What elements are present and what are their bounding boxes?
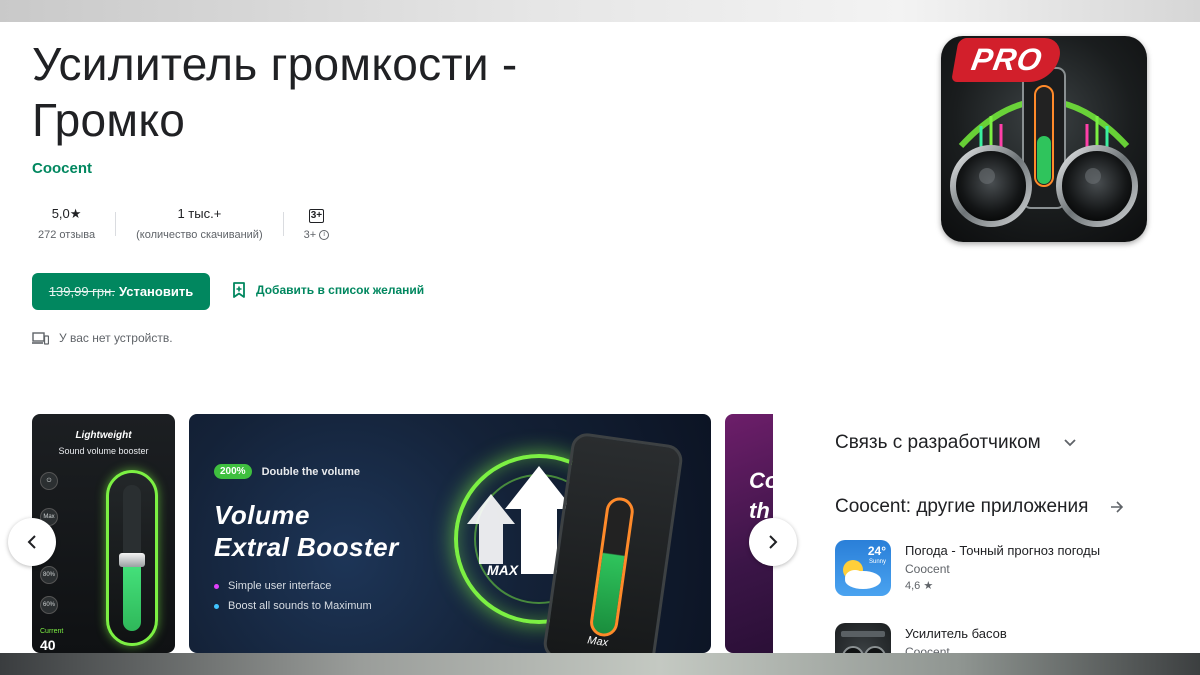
- arrow-right-icon: [1111, 501, 1124, 513]
- volume-slider-knob: [119, 553, 145, 567]
- related-app-name: Погода - Точный прогноз погоды: [905, 543, 1101, 558]
- other-apps-title: Coocent: другие приложения: [835, 496, 1089, 517]
- browser-bottom-strip: [0, 653, 1200, 675]
- install-button[interactable]: 139,99 грн. Установить: [32, 273, 210, 310]
- bullet-dot-icon: [214, 583, 219, 589]
- bullet-text: Simple user interface: [228, 580, 332, 592]
- badge-text: Double the volume: [261, 465, 360, 478]
- shot3-line1: Co: [749, 468, 773, 493]
- reviews-count: 272 отзыва: [38, 229, 96, 241]
- stat-divider: [115, 212, 117, 236]
- old-price: 139,99 грн.: [48, 284, 115, 299]
- app-title: Усилитель громкости - Громко: [32, 36, 732, 148]
- phone-volume-bar: [588, 495, 636, 639]
- double-volume-badge: 200% Double the volume: [214, 464, 360, 479]
- age-rating-label: 3+: [303, 229, 317, 241]
- related-app-name: Усилитель басов: [905, 626, 1007, 641]
- preset-80: 80%: [40, 566, 58, 584]
- preset-60: 60%: [40, 596, 58, 614]
- related-app-developer: Coocent: [905, 562, 950, 576]
- shot3-text: Co th: [749, 466, 773, 526]
- app-stats: 5,0★ 272 отзыва 1 тыс.+ (количество скач…: [32, 206, 335, 242]
- shot1-title: Lightweight: [75, 430, 132, 441]
- developer-contact-toggle[interactable]: Связь с разработчиком: [835, 432, 1077, 454]
- age-rating-label-row: 3+ i: [304, 228, 330, 242]
- shot2-heading-2: Extral Booster: [214, 532, 399, 562]
- current-value: 40: [40, 637, 56, 653]
- phone-max-label: Max: [586, 634, 609, 650]
- app-title-line1: Усилитель громкости -: [32, 38, 518, 90]
- app-title-line2: Громко: [32, 94, 186, 146]
- chevron-left-icon: [27, 535, 36, 549]
- shot1-subtitle: Sound volume booster: [58, 446, 149, 456]
- browser-top-strip: [0, 0, 1200, 22]
- rating-stat[interactable]: 5,0★ 272 отзыва: [32, 206, 101, 242]
- max-label: MAX: [487, 562, 519, 578]
- downloads-stat: 1 тыс.+ (количество скачиваний): [130, 206, 269, 242]
- developer-link[interactable]: Coocent: [32, 160, 92, 177]
- badge-pill: 200%: [214, 464, 252, 479]
- carousel-prev-button[interactable]: [8, 518, 56, 566]
- device-availability: У вас нет устройств.: [32, 331, 173, 345]
- pro-badge: PRO: [951, 38, 1063, 82]
- wishlist-label: Добавить в список желаний: [256, 283, 425, 297]
- rating-value: 5,0: [51, 206, 70, 221]
- add-to-wishlist-button[interactable]: Добавить в список желаний: [232, 282, 424, 298]
- volume-slider-track: [106, 470, 158, 646]
- power-icon: ⏻: [40, 472, 58, 490]
- developer-contact-title: Связь с разработчиком: [835, 432, 1041, 453]
- related-app-item[interactable]: 24° Sunny Погода - Точный прогноз погоды…: [835, 540, 1100, 596]
- bullet-text: Boost all sounds to Maximum: [228, 600, 372, 612]
- age-rating-stat[interactable]: 3+ 3+ i: [298, 206, 336, 242]
- info-icon: i: [319, 230, 330, 241]
- app-icon: PRO: [941, 36, 1147, 242]
- screenshot-2[interactable]: 200% Double the volume Volume Extral Boo…: [189, 414, 711, 653]
- bullet-dot-icon: [214, 603, 219, 609]
- downloads-value: 1 тыс.+: [177, 206, 222, 221]
- bookmark-add-icon: [233, 282, 245, 298]
- age-rating-badge-icon: 3+: [308, 209, 325, 223]
- downloads-label: (количество скачиваний): [136, 229, 263, 241]
- other-apps-header[interactable]: Coocent: другие приложения: [835, 496, 1124, 518]
- devices-icon: [32, 331, 49, 345]
- carousel-next-button[interactable]: [749, 518, 797, 566]
- device-note-text: У вас нет устройств.: [59, 331, 173, 345]
- shot2-heading-1: Volume: [214, 500, 310, 530]
- star-icon: ★: [69, 206, 82, 221]
- rating-value-row: 5,0★: [52, 206, 82, 222]
- stat-divider: [282, 212, 284, 236]
- chevron-down-icon: [1064, 439, 1076, 447]
- weather-icon: 24° Sunny: [835, 540, 891, 596]
- screenshot-carousel[interactable]: Lightweight Sound volume booster ⏻ Max 8…: [32, 414, 773, 653]
- feature-bullet: Boost all sounds to Maximum: [214, 600, 372, 612]
- chevron-right-icon: [769, 535, 778, 549]
- related-app-rating: 4,6 ★: [905, 580, 934, 592]
- feature-bullet: Simple user interface: [214, 580, 331, 592]
- weather-temp: 24°: [867, 544, 886, 558]
- weather-condition: Sunny: [868, 559, 886, 565]
- install-label: Установить: [118, 284, 194, 299]
- current-label: Current: [40, 628, 64, 635]
